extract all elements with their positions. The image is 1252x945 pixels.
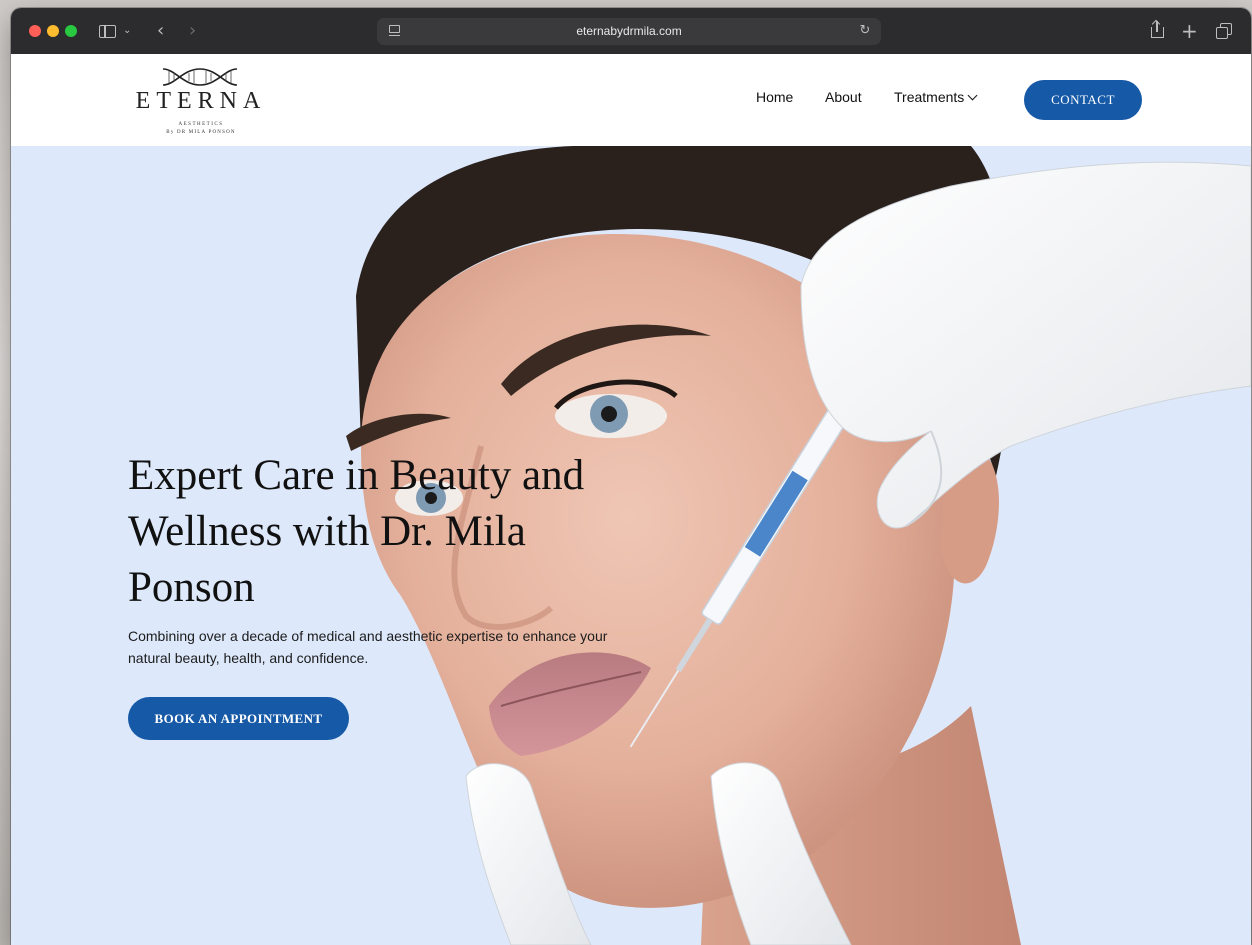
- address-bar[interactable]: eternabydrmila.com ↻: [377, 18, 881, 45]
- chevron-left-icon[interactable]: ‹: [157, 20, 171, 42]
- browser-window: ⌄ ‹ › eternabydrmila.com ↻ + ETERNA AEST…: [11, 8, 1251, 945]
- chevron-down-icon: [967, 90, 978, 101]
- contact-button[interactable]: CONTACT: [1024, 80, 1142, 120]
- logo[interactable]: ETERNA AESTHETICS By DR MILA PONSON: [121, 64, 281, 142]
- site-header: ETERNA AESTHETICS By DR MILA PONSON Home…: [11, 54, 1251, 146]
- hero-section: Expert Care in Beauty and Wellness with …: [11, 146, 1251, 945]
- hero-title: Expert Care in Beauty and Wellness with …: [128, 452, 585, 611]
- nav-treatments-menu[interactable]: Treatments: [894, 86, 978, 108]
- plus-icon[interactable]: +: [1181, 20, 1198, 42]
- zoom-window-button[interactable]: [65, 25, 77, 37]
- nav-home-link[interactable]: Home: [756, 86, 793, 108]
- browser-toolbar: ⌄ ‹ › eternabydrmila.com ↻ +: [11, 8, 1251, 55]
- close-window-button[interactable]: [29, 25, 41, 37]
- share-icon[interactable]: [1149, 19, 1165, 42]
- address-url[interactable]: eternabydrmila.com: [377, 18, 881, 45]
- logo-byline: By DR MILA PONSON: [166, 130, 236, 135]
- nav-treatments-label: Treatments: [894, 89, 965, 105]
- nav-about-link[interactable]: About: [825, 86, 862, 108]
- reload-icon[interactable]: ↻: [857, 20, 873, 42]
- tab-overview-icon[interactable]: [1215, 20, 1233, 42]
- logo-tagline: AESTHETICS: [178, 122, 224, 127]
- minimize-window-button[interactable]: [47, 25, 59, 37]
- sidebar-icon[interactable]: [97, 20, 117, 42]
- dna-logo-icon: [162, 68, 238, 86]
- logo-wordmark: ETERNA: [135, 88, 267, 114]
- book-appointment-button[interactable]: BOOK AN APPOINTMENT: [128, 697, 349, 740]
- hero-subtitle: Combining over a decade of medical and a…: [128, 628, 608, 666]
- chevron-right-icon[interactable]: ›: [189, 20, 203, 42]
- chevron-down-icon[interactable]: ⌄: [123, 20, 135, 42]
